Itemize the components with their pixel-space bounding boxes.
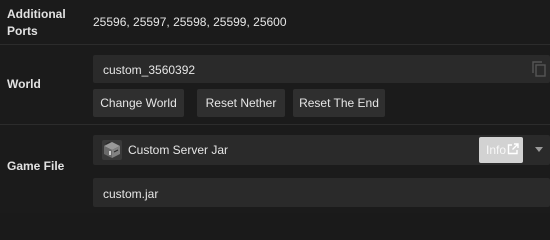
change-world-button[interactable]: Change World <box>93 89 184 117</box>
additional-ports-label: Additional Ports <box>7 7 66 38</box>
info-button-label: Info <box>486 143 507 157</box>
reset-nether-button[interactable]: Reset Nether <box>197 89 285 117</box>
game-file-label: Game File <box>7 159 65 173</box>
server-options-panel: Additional Ports 25596, 25597, 25598, 25… <box>0 0 550 213</box>
game-file-name-value: custom.jar <box>103 187 159 201</box>
copy-icon[interactable] <box>532 61 546 77</box>
additional-ports-value: 25596, 25597, 25598, 25599, 25600 <box>93 15 287 29</box>
world-name-value: custom_3560392 <box>103 63 196 77</box>
info-button[interactable]: Info <box>479 137 523 163</box>
additional-ports-row: Additional Ports 25596, 25597, 25598, 25… <box>0 0 550 45</box>
external-link-icon <box>507 143 519 155</box>
server-jar-name: Custom Server Jar <box>128 143 229 157</box>
world-row: World custom_3560392 Change World Reset … <box>0 45 550 125</box>
world-name-field[interactable]: custom_3560392 <box>93 55 550 83</box>
chevron-down-icon[interactable] <box>535 147 543 153</box>
game-file-row: Game File Custom Server Jar Info custom.… <box>0 125 550 213</box>
game-file-name-field[interactable]: custom.jar <box>93 178 550 207</box>
world-label: World <box>7 77 41 91</box>
reset-the-end-button[interactable]: Reset The End <box>293 89 385 117</box>
server-jar-icon <box>102 140 122 160</box>
server-jar-select[interactable]: Custom Server Jar Info <box>93 135 550 165</box>
